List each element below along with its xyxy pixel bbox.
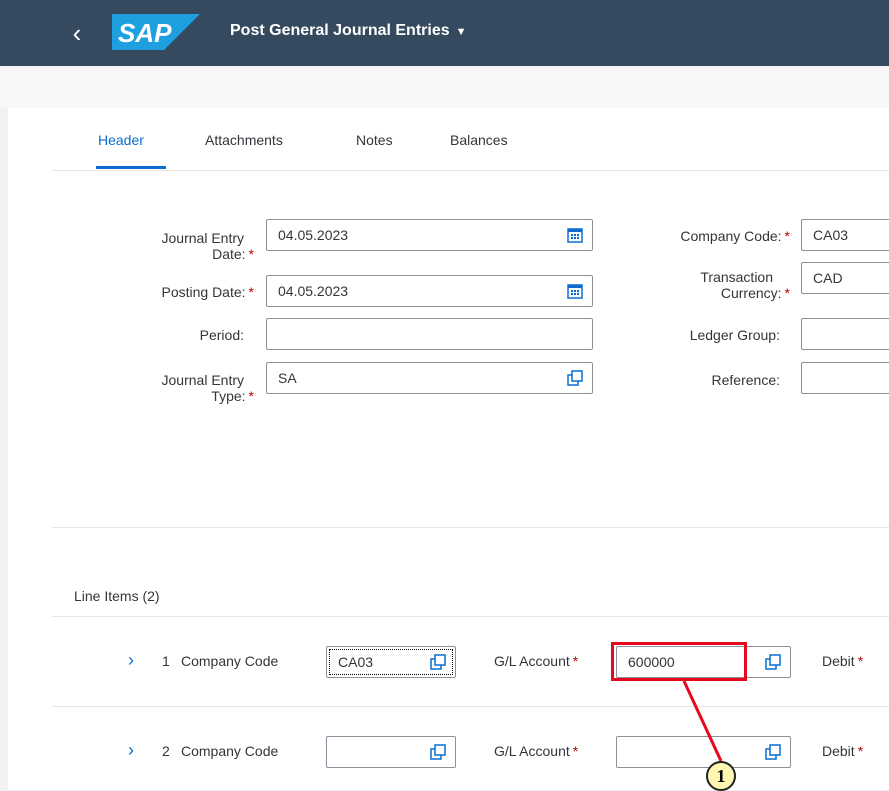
row-divider — [52, 706, 889, 707]
company-code-field[interactable]: CA03 — [801, 219, 889, 251]
caret-down-icon: ▼ — [455, 26, 467, 38]
step-callout-badge: 1 — [706, 761, 736, 791]
transaction-currency-field[interactable]: CAD — [801, 262, 889, 294]
reference-field[interactable] — [801, 362, 889, 394]
company-code-label: Company Code — [181, 743, 279, 759]
company-code-value: CA03 — [813, 227, 849, 243]
ledger-group-field[interactable] — [801, 318, 889, 350]
page-content — [0, 108, 889, 790]
expand-chevron-icon[interactable]: › — [128, 740, 134, 761]
journal-entry-type-value: SA — [278, 370, 297, 386]
journal-entry-date-value: 04.05.2023 — [278, 227, 349, 243]
calendar-icon[interactable] — [566, 226, 584, 244]
tab-balances[interactable]: Balances — [450, 132, 508, 148]
company-code-label: Company Code — [181, 653, 279, 669]
row-index: 1 — [162, 653, 170, 669]
line2-company-code-field[interactable] — [326, 736, 456, 768]
line1-company-code-field[interactable]: CA03 — [326, 646, 456, 678]
value-help-icon[interactable] — [429, 743, 447, 761]
posting-date-label: Posting Date: * — [161, 284, 254, 300]
value-help-icon[interactable] — [764, 653, 782, 671]
highlight-box — [611, 642, 747, 681]
left-edge-strip — [0, 108, 8, 790]
posting-date-value: 04.05.2023 — [278, 283, 349, 299]
journal-entry-type-field[interactable]: SA — [266, 362, 593, 394]
value-help-icon[interactable] — [429, 653, 447, 671]
debit-label: Debit * — [822, 653, 864, 669]
line-items-title: Line Items (2) — [74, 588, 160, 604]
sub-header-bar — [0, 66, 889, 108]
row-divider — [52, 616, 889, 617]
calendar-icon[interactable] — [566, 282, 584, 300]
journal-entry-date-label: Journal Entry Date: * — [161, 230, 254, 262]
tab-notes[interactable]: Notes — [356, 132, 393, 148]
logo-text: SAP — [118, 18, 172, 48]
transaction-currency-label: Transaction Currency: * — [700, 269, 790, 301]
active-tab-indicator — [96, 166, 166, 169]
line1-company-code-value: CA03 — [338, 654, 374, 670]
gl-account-label: G/L Account * — [494, 653, 579, 669]
transaction-currency-value: CAD — [813, 270, 843, 286]
company-code-label: Company Code: * — [680, 228, 790, 244]
journal-entry-type-label: Journal Entry Type: * — [161, 372, 254, 404]
value-help-icon[interactable] — [566, 369, 584, 387]
posting-date-field[interactable]: 04.05.2023 — [266, 275, 593, 307]
period-label: Period: — [199, 327, 244, 343]
tab-header[interactable]: Header — [98, 132, 144, 148]
back-icon[interactable]: ‹ — [62, 18, 92, 48]
reference-label: Reference: — [711, 372, 780, 388]
debit-label: Debit * — [822, 743, 864, 759]
tab-bar: Header Attachments Notes Balances — [52, 108, 889, 171]
line2-gl-account-field[interactable] — [616, 736, 791, 768]
journal-entry-date-field[interactable]: 04.05.2023 — [266, 219, 593, 251]
gl-account-label: G/L Account * — [494, 743, 579, 759]
expand-chevron-icon[interactable]: › — [128, 650, 134, 671]
period-field[interactable] — [266, 318, 593, 350]
row-index: 2 — [162, 743, 170, 759]
tab-attachments[interactable]: Attachments — [205, 132, 283, 148]
ledger-group-label: Ledger Group: — [689, 327, 780, 343]
app-title: Post General Journal Entries — [230, 22, 450, 39]
value-help-icon[interactable] — [764, 743, 782, 761]
shell-bar: ‹ SAP Post General Journal Entries ▼ — [0, 0, 889, 66]
sap-logo[interactable]: SAP — [112, 14, 200, 50]
app-title-menu[interactable]: Post General Journal Entries ▼ — [230, 22, 467, 40]
section-divider — [52, 527, 889, 528]
